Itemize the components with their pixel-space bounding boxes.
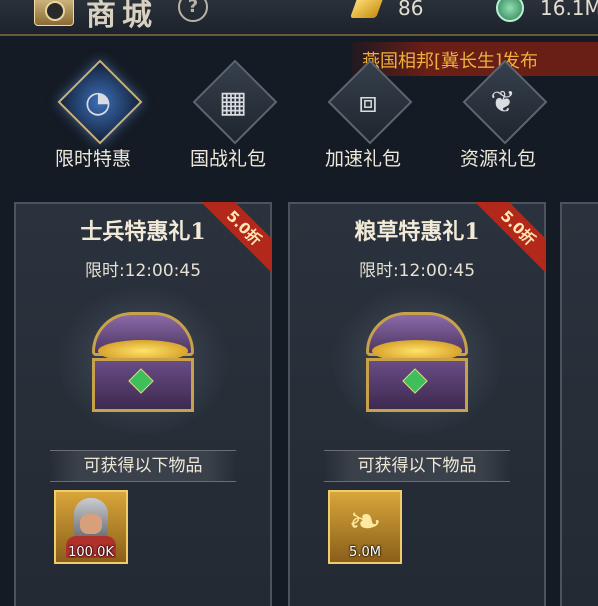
tab-resource-pack[interactable]: ❦ 资源礼包 <box>433 59 563 172</box>
tab-speedup-pack[interactable]: ⧈ 加速礼包 <box>298 59 428 172</box>
offer-card-soldier[interactable]: 士兵特惠礼1 5.0折 限时:12:00:45 可获得以下物品 100.0K <box>14 202 272 606</box>
offer-card-partial[interactable] <box>560 202 598 606</box>
countdown-timer: 限时:12:00:45 <box>84 261 202 281</box>
reward-quantity: 100.0K <box>68 545 114 560</box>
timer-icon: ◔ <box>84 84 112 120</box>
tab-label: 资源礼包 <box>459 148 536 170</box>
tab-label: 加速礼包 <box>324 148 401 170</box>
gift-box-icon: ⧈ <box>358 84 378 120</box>
help-icon[interactable]: ? <box>178 0 208 22</box>
tab-war-pack[interactable]: ▦ 国战礼包 <box>163 59 293 172</box>
chest-backdrop <box>58 284 228 434</box>
blocks-icon: ▦ <box>218 84 248 120</box>
wheat-icon: ❧ <box>348 499 382 545</box>
coin-amount: 16.1M <box>540 0 598 20</box>
treasure-chest-icon <box>88 302 198 412</box>
offer-card-grain[interactable]: 粮草特惠礼1 5.0折 限时:12:00:45 可获得以下物品 ❧ 5.0M <box>288 202 546 606</box>
jade-coin-icon <box>496 0 524 22</box>
rewards-header-label: 可获得以下物品 <box>357 456 477 476</box>
leaf-icon: ❦ <box>490 84 516 120</box>
countdown-timer: 限时:12:00:45 <box>358 261 476 281</box>
gold-amount: 86 <box>398 0 424 20</box>
reward-item[interactable]: 100.0K <box>54 490 128 564</box>
rewards-header: 可获得以下物品 <box>324 450 510 482</box>
tab-label: 限时特惠 <box>54 148 131 170</box>
shop-emblem-icon <box>34 0 74 26</box>
gold-ingot-icon <box>349 0 385 18</box>
treasure-chest-icon <box>362 302 472 412</box>
chest-backdrop <box>332 284 502 434</box>
reward-item[interactable]: ❧ 5.0M <box>328 490 402 564</box>
soldier-icon <box>74 498 108 538</box>
reward-quantity: 5.0M <box>349 545 381 560</box>
tab-label: 国战礼包 <box>189 148 266 170</box>
rewards-header-label: 可获得以下物品 <box>83 456 203 476</box>
top-bar: 商城 ? 86 16.1M <box>0 0 598 36</box>
tab-limited-offer[interactable]: ◔ 限时特惠 <box>28 59 158 172</box>
page-title: 商城 <box>86 0 158 33</box>
rewards-header: 可获得以下物品 <box>50 450 236 482</box>
